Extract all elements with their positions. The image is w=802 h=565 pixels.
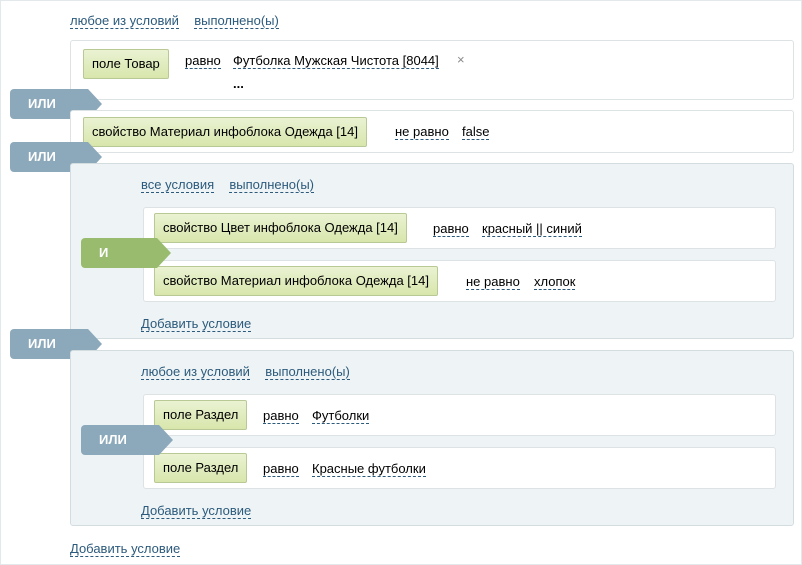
group-fulfilled-selector[interactable]: выполнено(ы) <box>265 364 350 380</box>
condition-row: свойство Цвет инфоблока Одежда [14] равн… <box>143 207 776 249</box>
condition-value[interactable]: false <box>462 124 490 140</box>
condition-row: поле Раздел равно Футболки <box>143 394 776 436</box>
condition-value[interactable]: Красные футболки <box>312 461 426 477</box>
condition-field[interactable]: свойство Материал инфоблока Одежда [14] <box>154 266 438 296</box>
root-add-condition-link[interactable]: Добавить условие <box>70 541 181 557</box>
condition-group-and: все условия выполнено(ы) свойство Цвет и… <box>70 163 794 339</box>
group-condition-header: любое из условий выполнено(ы) <box>141 364 350 380</box>
condition-field[interactable]: поле Товар <box>83 49 169 79</box>
condition-row: свойство Материал инфоблока Одежда [14] … <box>143 260 776 302</box>
group-add-condition-link[interactable]: Добавить условие <box>141 316 252 332</box>
condition-field[interactable]: свойство Цвет инфоблока Одежда [14] <box>154 213 407 243</box>
condition-field[interactable]: свойство Материал инфоблока Одежда [14] <box>83 117 367 147</box>
condition-value[interactable]: красный || синий <box>482 221 582 237</box>
root-logic-selector[interactable]: любое из условий <box>70 13 179 29</box>
condition-operator[interactable]: не равно <box>466 274 520 290</box>
group-fulfilled-selector[interactable]: выполнено(ы) <box>229 177 315 193</box>
root-fulfilled-selector[interactable]: выполнено(ы) <box>194 13 279 29</box>
condition-value[interactable]: Футболки <box>312 408 370 424</box>
condition-operator[interactable]: равно <box>433 221 469 237</box>
condition-value[interactable]: хлопок <box>534 274 576 290</box>
condition-row: свойство Материал инфоблока Одежда [14] … <box>70 110 794 153</box>
and-connector[interactable]: И <box>81 238 171 268</box>
remove-value-icon[interactable]: × <box>457 52 465 67</box>
condition-group-or: любое из условий выполнено(ы) поле Разде… <box>70 350 794 526</box>
group-logic-selector[interactable]: все условия <box>141 177 215 193</box>
condition-value[interactable]: Футболка Мужская Чистота [8044] <box>233 53 439 69</box>
condition-operator[interactable]: равно <box>263 408 299 424</box>
condition-operator[interactable]: равно <box>263 461 299 477</box>
group-condition-header: все условия выполнено(ы) <box>141 177 315 193</box>
condition-operator[interactable]: равно <box>185 53 221 69</box>
condition-row: поле Раздел равно Красные футболки <box>143 447 776 489</box>
condition-operator[interactable]: не равно <box>395 124 449 140</box>
or-connector[interactable]: ИЛИ <box>81 425 173 455</box>
condition-row: поле Товар равно Футболка Мужская Чистот… <box>70 40 794 100</box>
condition-field[interactable]: поле Раздел <box>154 453 248 483</box>
root-condition-header: любое из условий выполнено(ы) <box>70 13 279 29</box>
group-add-condition-link[interactable]: Добавить условие <box>141 503 252 519</box>
more-values-button[interactable]: ... <box>233 76 244 91</box>
group-logic-selector[interactable]: любое из условий <box>141 364 250 380</box>
condition-field[interactable]: поле Раздел <box>154 400 248 430</box>
